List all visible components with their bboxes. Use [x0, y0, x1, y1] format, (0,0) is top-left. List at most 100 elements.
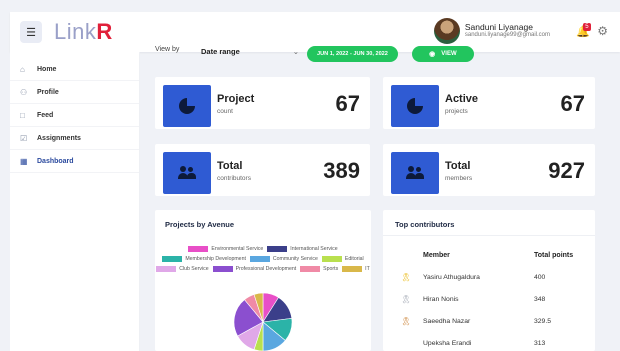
view-by-label: View by	[155, 46, 180, 53]
gear-icon: ⚙	[597, 24, 608, 38]
legend-label: International Service	[290, 246, 338, 252]
legend-item[interactable]: Sports	[300, 266, 338, 272]
legend-swatch	[249, 256, 270, 262]
stat-value: 389	[323, 158, 360, 183]
legend-item[interactable]: IT	[342, 266, 370, 272]
top-contributors-panel: Top contributors Member Total points 🎗 Y…	[383, 210, 595, 351]
stat-title: Total	[217, 160, 243, 172]
hamburger-icon: ☰	[26, 26, 36, 39]
sidebar-item-label: Feed	[37, 111, 54, 119]
user-profile[interactable]: Sanduni Liyanage sanduni.liyanage99@gmai…	[433, 18, 550, 44]
table-row[interactable]: 🎗 Yasiru Athugaldura 400	[383, 272, 595, 294]
stat-value: 927	[548, 158, 585, 183]
sidebar-item-label: Home	[37, 65, 57, 73]
legend-swatch	[188, 246, 209, 252]
app-logo[interactable]: LinkR	[54, 19, 113, 45]
stat-value: 67	[335, 91, 360, 116]
user-email: sanduni.liyanage99@gmail.com	[464, 32, 550, 39]
stat-subtitle: count	[217, 108, 233, 115]
app-root: ☰ LinkR Sanduni Liyanage sanduni.liyanag…	[0, 0, 620, 351]
total-contributors-card: Total contributors 389	[155, 144, 370, 196]
view-button[interactable]: ◉ VIEW	[411, 46, 474, 62]
medal-icon: 🎗	[401, 295, 412, 304]
legend-label: Professional Development	[235, 266, 297, 272]
legend-item[interactable]: Club Service	[156, 266, 209, 272]
sidebar-item-dashboard[interactable]: ▦ Dashboard	[10, 150, 139, 173]
legend-item[interactable]: International Service	[267, 246, 338, 252]
sidebar-item-assignments[interactable]: ☑ Assignments	[10, 127, 139, 150]
member-name: Saeedha Nazar	[423, 318, 471, 325]
legend-label: IT	[365, 266, 370, 272]
sidebar-item-label: Assignments	[37, 134, 81, 142]
chart-legend: Environmental Service International Servi…	[155, 246, 371, 272]
chat-icon: □	[20, 110, 25, 120]
legend-label: Membership Development	[185, 256, 246, 262]
settings-button[interactable]: ⚙	[597, 24, 608, 38]
notifications-button[interactable]: 🔔 5	[576, 23, 591, 38]
view-by-select[interactable]: Date range ⌄	[201, 46, 299, 56]
active-projects-tile	[391, 85, 439, 127]
user-name: Sanduni Liyanage	[464, 21, 533, 32]
people-icon	[406, 166, 424, 180]
legend-swatch	[156, 266, 177, 272]
legend-item[interactable]: Professional Development	[212, 266, 297, 272]
column-header-points: Total points	[534, 252, 574, 259]
legend-swatch	[342, 266, 363, 272]
sidebar-item-feed[interactable]: □ Feed	[10, 104, 139, 127]
member-name: Upeksha Erandi	[423, 340, 472, 347]
sidebar-item-profile[interactable]: ⚇ Profile	[10, 81, 139, 104]
table-row[interactable]: 🎗 Saeedha Nazar 329.5	[383, 316, 595, 338]
logo-text-link: Link	[54, 19, 97, 44]
logo-text-r: R	[96, 19, 113, 44]
people-icon	[178, 166, 196, 180]
legend-swatch	[267, 246, 288, 252]
pie-chart-svg	[233, 292, 293, 351]
legend-item[interactable]: Community Service	[249, 256, 318, 262]
stat-title: Project	[217, 93, 255, 105]
avatar[interactable]	[433, 18, 460, 44]
member-name: Hiran Nonis	[423, 296, 459, 303]
filter-bar: View by Date range ⌄ JUN 1, 2022 - JUN 3…	[155, 46, 474, 66]
legend-label: Club Service	[179, 266, 209, 272]
checklist-icon: ☑	[20, 133, 28, 143]
view-by-selected-value: Date range	[201, 47, 240, 56]
stat-title: Active	[445, 93, 479, 105]
member-name: Yasiru Athugaldura	[423, 274, 480, 281]
sidebar-item-label: Dashboard	[37, 157, 74, 165]
pie-chart	[233, 292, 293, 351]
pie-chart-icon	[179, 98, 195, 114]
total-members-card: Total members 927	[383, 144, 595, 196]
table-row[interactable]: Upeksha Erandi 313	[383, 338, 595, 351]
table-row[interactable]: 🎗 Hiran Nonis 348	[383, 294, 595, 316]
legend-item[interactable]: Editorial	[321, 256, 364, 262]
legend-label: Editorial	[344, 256, 364, 262]
total-contributors-tile	[163, 152, 211, 194]
chevron-down-icon: ⌄	[292, 47, 299, 56]
legend-swatch	[300, 266, 321, 272]
legend-swatch	[162, 256, 183, 262]
stat-subtitle: members	[445, 175, 473, 182]
member-points: 348	[534, 296, 546, 303]
pie-chart-icon	[407, 98, 423, 114]
project-count-tile	[163, 85, 211, 127]
date-range-picker[interactable]: JUN 1, 2022 - JUN 30, 2022	[307, 46, 398, 62]
member-points: 313	[534, 340, 546, 347]
legend-swatch	[321, 256, 342, 262]
stat-subtitle: contributors	[217, 175, 251, 182]
hamburger-menu-button[interactable]: ☰	[20, 21, 42, 43]
legend-label: Environmental Service	[211, 246, 264, 252]
medal-icon: 🎗	[401, 317, 412, 326]
active-projects-card: Active projects 67	[383, 77, 595, 129]
project-count-card: Project count 67	[155, 77, 370, 129]
panel-title: Top contributors	[395, 220, 455, 229]
divider	[383, 235, 595, 236]
legend-item[interactable]: Environmental Service	[188, 246, 263, 252]
legend-swatch	[212, 266, 233, 272]
total-members-tile	[391, 152, 439, 194]
column-header-member: Member	[423, 252, 450, 259]
sidebar-item-home[interactable]: ⌂ Home	[10, 58, 139, 81]
legend-item[interactable]: Membership Development	[162, 256, 246, 262]
medal-icon: 🎗	[401, 273, 412, 282]
legend-label: Community Service	[272, 256, 318, 262]
eye-icon: ◉	[429, 51, 436, 58]
